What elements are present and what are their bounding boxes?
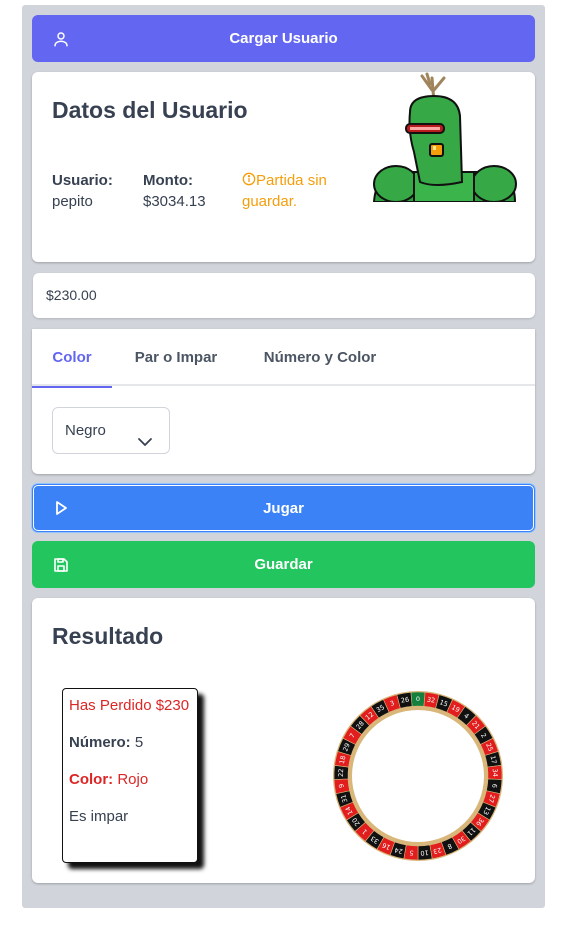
result-title: Resultado — [52, 623, 164, 649]
number-label: Número: — [69, 734, 131, 751]
bet-options-card: Color Par o Impar Número y Color Negro — [32, 329, 535, 474]
amount-label: Monto: — [143, 172, 193, 189]
user-data-card: Datos del Usuario Usuario: pepito Monto:… — [32, 72, 535, 262]
warning-line2: guardar. — [242, 193, 298, 210]
user-field: Usuario: pepito — [52, 170, 113, 212]
user-label: Usuario: — [52, 172, 113, 189]
green-robot-avatar-icon — [372, 72, 517, 203]
warning-line1: Partida sin — [256, 172, 327, 189]
play-button[interactable]: Jugar — [32, 484, 535, 532]
save-label: Guardar — [254, 556, 313, 573]
number-value: 5 — [134, 734, 144, 751]
wheel-center — [352, 710, 484, 842]
amount-value: $3034.13 — [143, 193, 206, 210]
result-color: Color: Rojo — [69, 769, 197, 806]
load-user-button[interactable]: Cargar Usuario — [32, 15, 535, 62]
wheel-number: 18 — [338, 755, 348, 765]
chevron-down-icon — [137, 423, 153, 446]
bet-type-tabs: Color Par o Impar Número y Color — [32, 329, 535, 388]
tab-par-impar[interactable]: Par o Impar — [120, 329, 232, 386]
wheel-number: 17 — [488, 755, 498, 765]
color-select[interactable]: Negro — [52, 407, 170, 454]
wheel-number: 26 — [400, 695, 410, 704]
wheel-number: 32 — [426, 695, 436, 704]
play-icon — [52, 499, 70, 517]
result-card: Resultado Has Perdido $230 Número: 5 Col… — [32, 598, 535, 883]
unsaved-warning: Partida sin guardar. — [242, 170, 352, 212]
play-label: Jugar — [263, 499, 304, 517]
color-value: Rojo — [117, 771, 149, 788]
result-details: Has Perdido $230 Número: 5 Color: Rojo E… — [62, 688, 198, 863]
tab-color[interactable]: Color — [32, 329, 112, 388]
roulette-wheel: 0 32 15 19421225173462713361130823105241633… — [333, 691, 503, 861]
user-icon — [52, 30, 70, 48]
result-number: Número: 5 — [69, 732, 197, 769]
color-select-value: Negro — [65, 422, 106, 439]
save-button[interactable]: Guardar — [32, 541, 535, 588]
user-value: pepito — [52, 193, 93, 210]
tab-numero-color[interactable]: Número y Color — [250, 329, 390, 386]
save-icon — [52, 556, 70, 574]
wheel-number: 5 — [409, 849, 414, 857]
info-icon — [242, 171, 256, 186]
result-parity: Es impar — [69, 808, 129, 825]
color-label: Color: — [69, 771, 114, 788]
bet-amount-input[interactable]: $230.00 — [33, 273, 535, 318]
user-card-title: Datos del Usuario — [52, 97, 248, 123]
wheel-number: 22 — [337, 768, 345, 777]
wheel-number: 0 — [416, 695, 420, 703]
wheel-number: 10 — [420, 848, 429, 857]
load-user-label: Cargar Usuario — [229, 30, 338, 47]
wheel-number: 34 — [491, 768, 499, 777]
result-message: Has Perdido $230 — [69, 697, 190, 714]
amount-field: Monto: $3034.13 — [143, 170, 206, 212]
